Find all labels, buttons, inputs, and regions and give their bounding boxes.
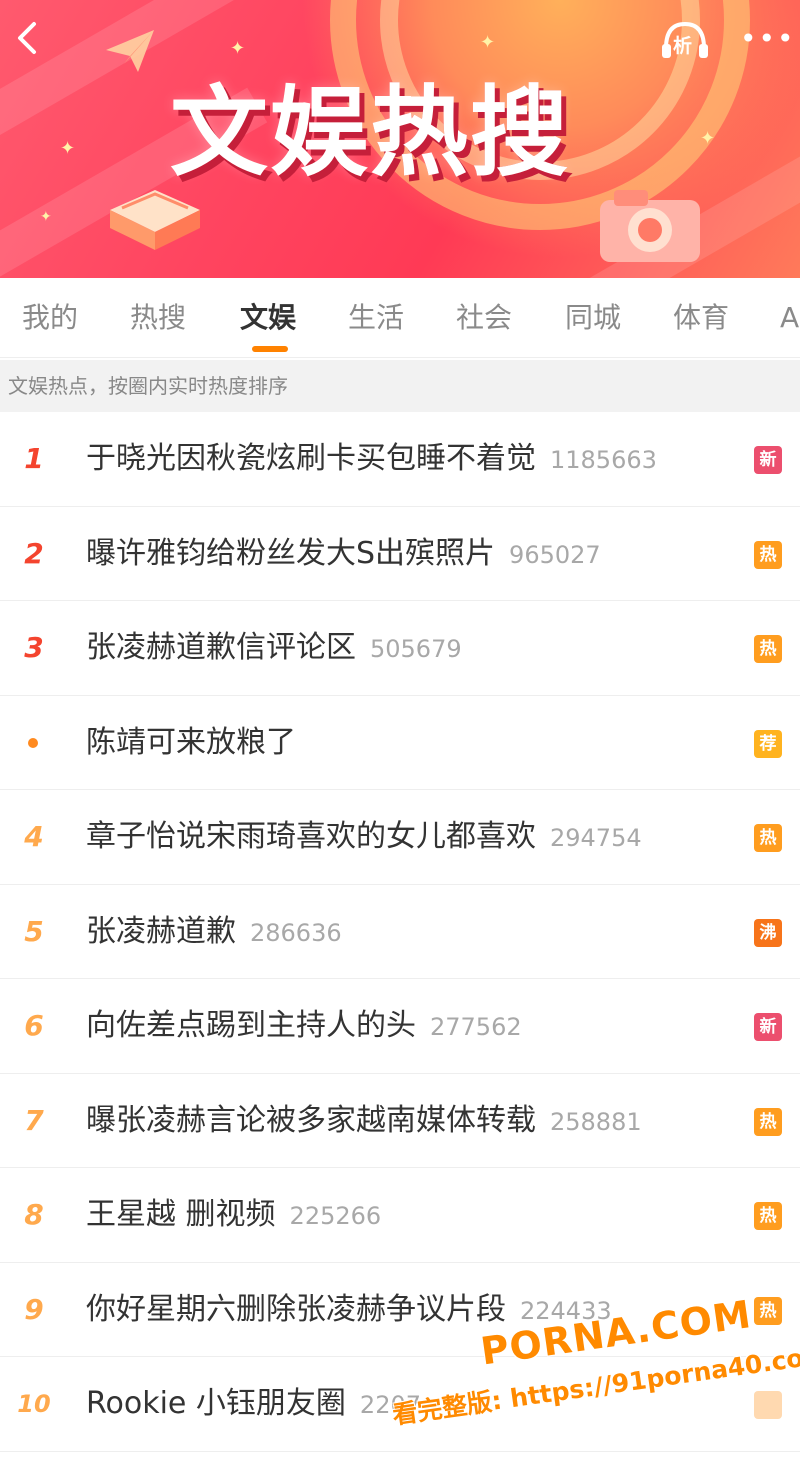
hot-search-list: 1 于晓光因秋瓷炫刷卡买包睡不着觉 1185663 新 2 曝许雅钧给粉丝发大S出殡照片 9… [0, 412, 800, 1452]
status-badge: 热 [754, 635, 782, 663]
list-item[interactable]: 2 曝许雅钧给粉丝发大S出殡照片 965027 热 [0, 506, 800, 601]
status-badge: 热 [754, 1107, 782, 1136]
rank-number: 6 [24, 1009, 44, 1042]
tab-society[interactable]: 社会 [456, 278, 512, 358]
status-badge: 热 [754, 1202, 782, 1230]
list-item-content: 张凌赫道歉信评论区 505679 [86, 601, 462, 695]
sparkle-icon: ✦ [230, 38, 246, 59]
list-item[interactable]: 7 曝张凌赫言论被多家越南媒体转载 258881 热 [0, 1073, 800, 1168]
analysis-label: 析 [673, 35, 693, 57]
category-tabs: 我的 热搜 文娱 生活 社会 同城 体育 A [0, 278, 800, 358]
list-item-content: 曝张凌赫言论被多家越南媒体转载 258881 [86, 1074, 642, 1168]
rank-number: 8 [24, 1198, 44, 1231]
back-button[interactable] [8, 18, 48, 58]
list-item-content: 向佐差点踢到主持人的头 277562 [86, 979, 522, 1073]
paper-plane-icon [106, 30, 154, 72]
page-title: 文娱热搜 [170, 76, 571, 190]
tab-more[interactable]: A [780, 278, 799, 358]
list-item-content: 章子怡说宋雨琦喜欢的女儿都喜欢 294754 [86, 790, 642, 884]
status-badge: 沸 [754, 918, 782, 947]
topic-title[interactable]: 张凌赫道歉 [86, 914, 236, 949]
tab-sports[interactable]: 体育 [673, 278, 729, 358]
more-button[interactable]: ••• [738, 18, 794, 62]
tab-life[interactable]: 生活 [348, 278, 404, 358]
status-badge: 新 [754, 446, 782, 474]
list-item-content: Rookie 小钰朋友圈 2207 [86, 1357, 421, 1451]
topic-title[interactable]: Rookie 小钰朋友圈 [86, 1386, 346, 1421]
topic-title[interactable]: 你好星期六删除张凌赫争议片段 [86, 1292, 506, 1327]
status-badge: 热 [754, 540, 782, 569]
heat-count: 965027 [509, 540, 601, 569]
rank-number: 5 [24, 914, 44, 948]
status-badge: 新 [754, 1013, 782, 1041]
sparkle-icon: ✦ [60, 138, 76, 159]
more-icon: ••• [740, 22, 796, 55]
rank-number: 10 [17, 1390, 51, 1418]
rank-number: 1 [24, 442, 44, 475]
topic-title[interactable]: 曝许雅钧给粉丝发大S出殡照片 [86, 536, 495, 571]
topic-title[interactable]: 向佐差点踢到主持人的头 [86, 1008, 416, 1043]
list-item[interactable]: 6 向佐差点踢到主持人的头 277562 新 [0, 979, 800, 1074]
rank-number: 9 [24, 1292, 44, 1326]
heat-count: 505679 [370, 635, 462, 663]
active-tab-indicator [252, 346, 288, 352]
heat-count: 1185663 [550, 446, 657, 474]
heat-count: 294754 [550, 824, 642, 852]
list-item[interactable]: 3 张凌赫道歉信评论区 505679 热 [0, 601, 800, 696]
rank-number: 3 [24, 631, 44, 664]
tab-mine[interactable]: 我的 [22, 278, 78, 358]
topic-title[interactable]: 张凌赫道歉信评论区 [86, 630, 356, 665]
list-item-content: 王星越 删视频 225266 [86, 1168, 381, 1262]
sparkle-icon: ✦ [700, 128, 716, 149]
rank-number: 7 [24, 1103, 44, 1137]
status-badge: 热 [754, 824, 782, 852]
list-item[interactable]: 8 王星越 删视频 225266 热 [0, 1168, 800, 1263]
chevron-left-icon [18, 22, 36, 54]
list-description: 文娱热点，按圈内实时热度排序 [0, 360, 800, 412]
header-banner: ✦ ✦ ✦ ✦ ✦ 析 ••• 文娱热搜 [0, 0, 800, 278]
heat-count: 286636 [250, 918, 342, 947]
topic-title[interactable]: 章子怡说宋雨琦喜欢的女儿都喜欢 [86, 819, 536, 854]
rank-number: 2 [24, 536, 44, 570]
status-badge: 热 [754, 1296, 782, 1325]
rank-number: 4 [24, 820, 44, 853]
tab-city[interactable]: 同城 [565, 278, 621, 358]
heat-count: 277562 [430, 1013, 522, 1041]
list-item-content: 张凌赫道歉 286636 [86, 885, 342, 979]
list-item-content: 曝许雅钧给粉丝发大S出殡照片 965027 [86, 507, 601, 601]
sparkle-icon: ✦ [40, 209, 52, 225]
list-item[interactable]: 5 张凌赫道歉 286636 沸 [0, 884, 800, 979]
heat-count: 225266 [289, 1202, 382, 1230]
list-item[interactable]: 陈靖可来放粮了 荐 [0, 695, 800, 790]
analysis-button[interactable]: 析 [660, 18, 710, 62]
topic-title[interactable]: 陈靖可来放粮了 [86, 725, 296, 760]
topic-title[interactable]: 曝张凌赫言论被多家越南媒体转载 [86, 1103, 536, 1138]
recommended-dot-icon [28, 737, 38, 748]
status-badge: 荐 [754, 729, 782, 758]
status-badge [754, 1391, 782, 1419]
list-item-content: 陈靖可来放粮了 [86, 696, 296, 790]
heat-count: 258881 [550, 1107, 642, 1136]
topic-title[interactable]: 于晓光因秋瓷炫刷卡买包睡不着觉 [86, 441, 536, 476]
list-item[interactable]: 1 于晓光因秋瓷炫刷卡买包睡不着觉 1185663 新 [0, 412, 800, 507]
list-item-content: 于晓光因秋瓷炫刷卡买包睡不着觉 1185663 [86, 412, 657, 506]
sparkle-icon: ✦ [480, 32, 496, 53]
tab-hot[interactable]: 热搜 [130, 278, 186, 358]
list-item[interactable]: 4 章子怡说宋雨琦喜欢的女儿都喜欢 294754 热 [0, 790, 800, 885]
topic-title[interactable]: 王星越 删视频 [86, 1197, 276, 1232]
